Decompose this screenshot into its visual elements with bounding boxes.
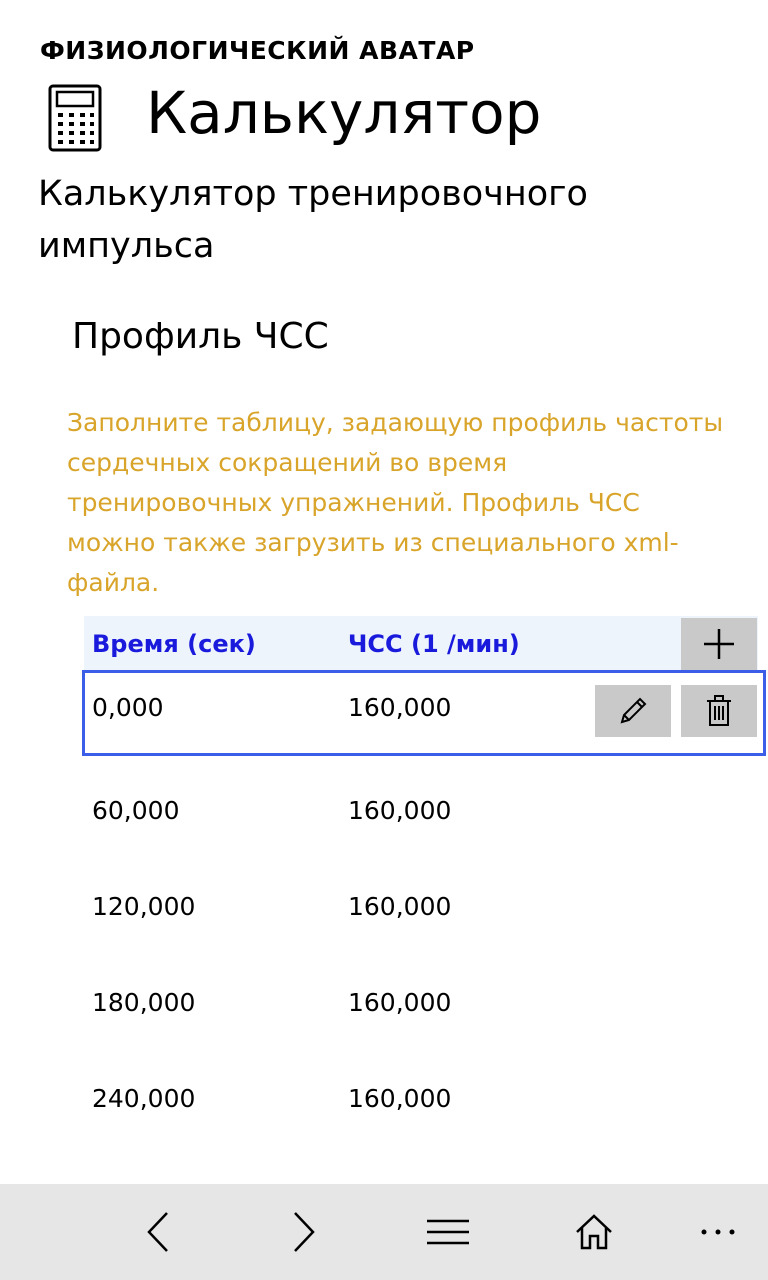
more-icon [701,1229,735,1235]
cell-hr: 160,000 [348,892,452,921]
cell-time: 120,000 [92,892,196,921]
back-icon [147,1212,168,1252]
hint-line: можно также загрузить из специального xm… [67,528,679,557]
delete-row-button[interactable] [681,685,757,737]
forward-icon [294,1212,315,1252]
cell-hr: 160,000 [348,1084,452,1113]
bottom-app-bar [0,1184,768,1280]
table-row[interactable]: 60,000 160,000 [84,772,764,858]
cell-hr: 160,000 [348,693,452,722]
table-row[interactable]: 0,000 160,000 [82,670,766,756]
table-row[interactable]: 240,000 160,000 [84,1060,764,1146]
add-row-button[interactable] [681,618,757,670]
menu-icon [427,1219,469,1245]
home-icon [576,1214,612,1250]
subtitle-line: импульса [38,226,215,266]
column-header-time: Время (сек) [92,630,256,658]
cell-time: 240,000 [92,1084,196,1113]
table-row[interactable]: 180,000 160,000 [84,964,764,1050]
more-button[interactable] [690,1206,746,1258]
column-header-hr: ЧСС (1 /мин) [348,630,520,658]
hint-text: Заполните таблицу, задающую профиль част… [67,403,767,603]
edit-row-button[interactable] [595,685,671,737]
table-header: Время (сек) ЧСС (1 /мин) [84,616,758,672]
hint-line: файла. [67,568,160,597]
back-button[interactable] [130,1206,186,1258]
plus-icon [704,629,734,659]
home-button[interactable] [566,1206,622,1258]
section-title: Профиль ЧСС [72,316,329,357]
hint-line: сердечных сокращений во время [67,448,508,477]
trash-icon [707,695,731,726]
forward-button[interactable] [276,1206,332,1258]
menu-button[interactable] [420,1206,476,1258]
cell-time: 60,000 [92,796,180,825]
hint-line: Заполните таблицу, задающую профиль част… [67,408,724,437]
pencil-icon [620,697,647,724]
cell-hr: 160,000 [348,796,452,825]
subtitle: Калькулятор тренировочного импульса [38,168,738,272]
page-title: Калькулятор [146,79,542,147]
calculator-icon [48,84,102,152]
hint-line: тренировочных упражнений. Профиль ЧСС [67,488,640,517]
cell-time: 0,000 [92,693,164,722]
subtitle-line: Калькулятор тренировочного [38,174,588,214]
page: ФИЗИОЛОГИЧЕСКИЙ АВАТАР Калькулятор Кальк… [0,0,768,1280]
cell-time: 180,000 [92,988,196,1017]
app-name: ФИЗИОЛОГИЧЕСКИЙ АВАТАР [40,36,475,65]
cell-hr: 160,000 [348,988,452,1017]
table-row[interactable]: 120,000 160,000 [84,868,764,954]
